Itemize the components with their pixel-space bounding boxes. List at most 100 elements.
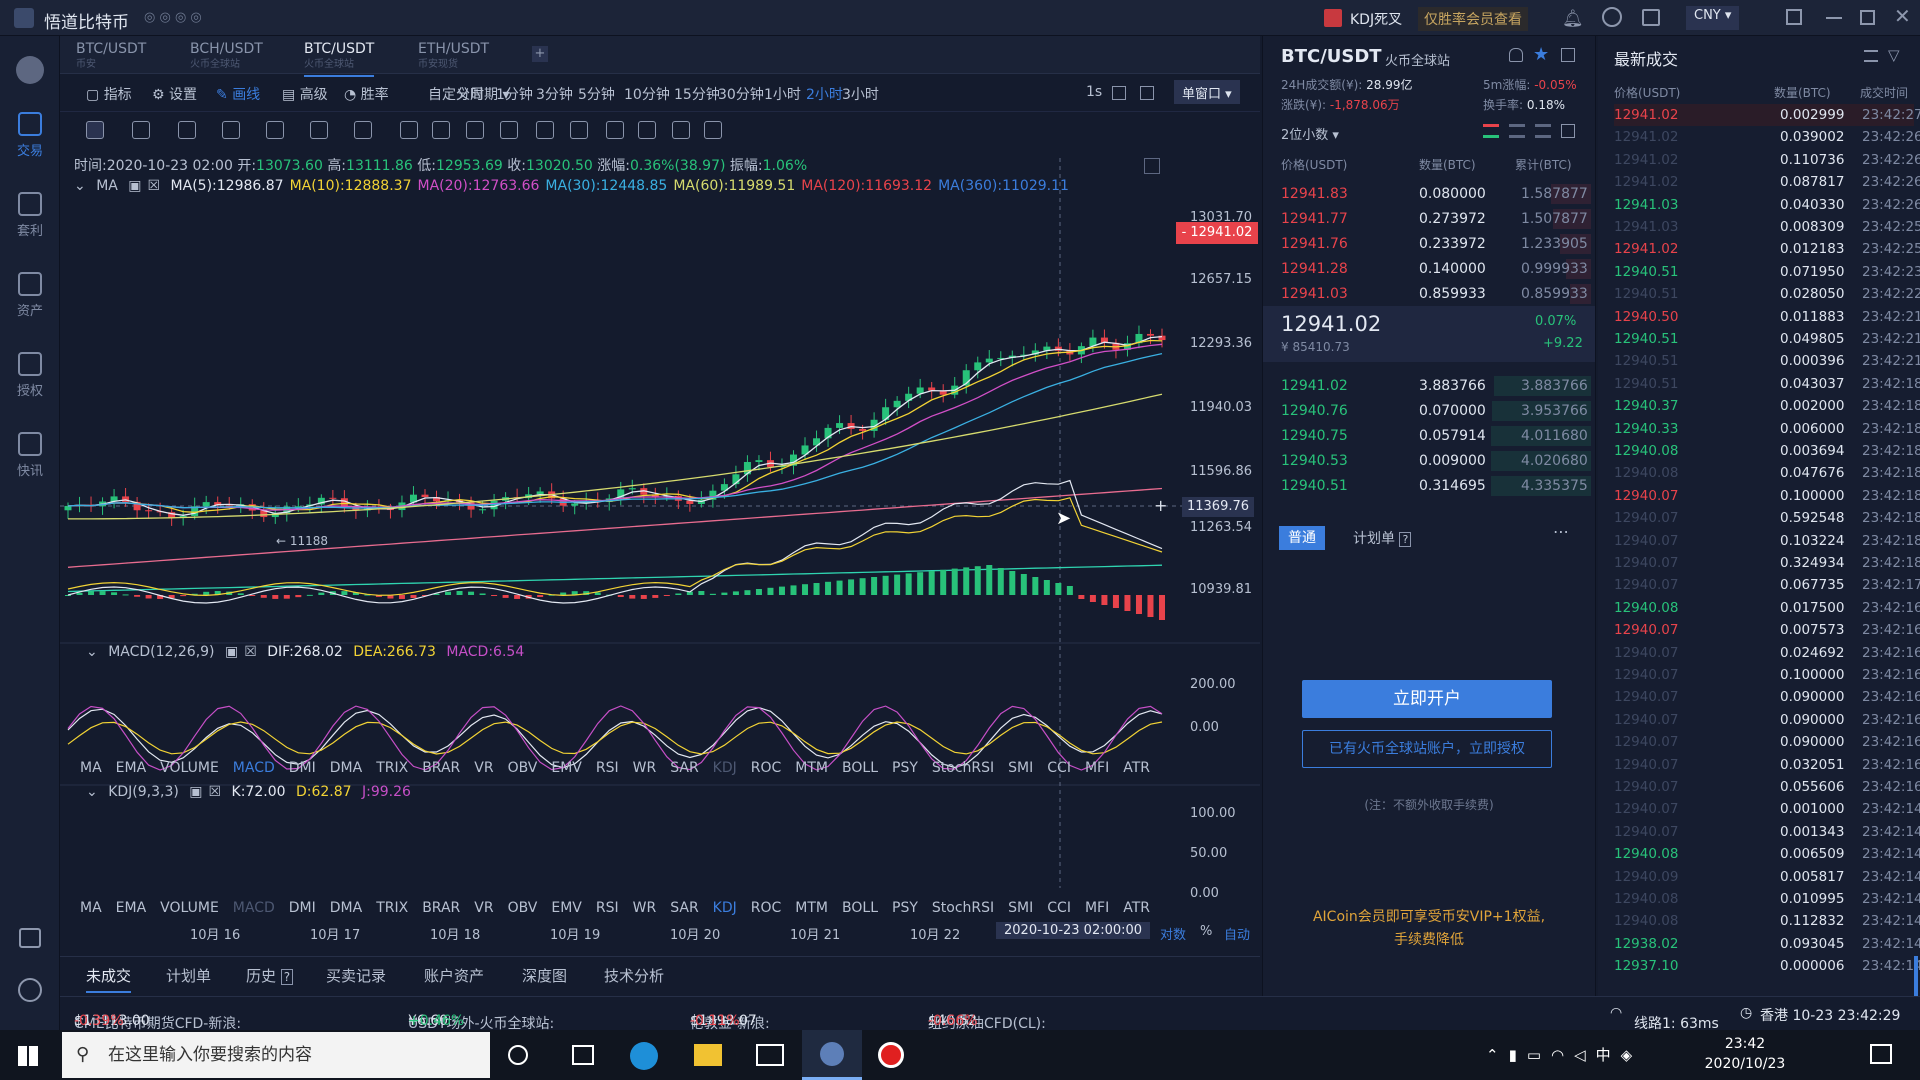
explorer-icon[interactable] (694, 1044, 722, 1066)
currency-select[interactable]: CNY ▾ (1686, 6, 1740, 30)
order-row[interactable]: 12941.76 0.233972 1.233905 (1281, 232, 1591, 256)
period-5[interactable]: 15分钟 (674, 84, 720, 104)
kdj-close-icon[interactable]: ☒ (209, 784, 222, 800)
line-tool-icon[interactable] (132, 121, 150, 139)
fullscreen-icon[interactable] (1112, 86, 1126, 100)
promo-text[interactable]: AICoin会员即可享受币安VIP+1权益, 手续费降低 (1262, 906, 1596, 952)
indicator-sar[interactable]: SAR (670, 760, 698, 776)
pen-tool-icon[interactable] (536, 121, 554, 139)
grid-tool-icon[interactable] (354, 121, 372, 139)
help-icon[interactable]: ? (280, 969, 294, 985)
tab-plan-orders[interactable]: 计划单 (166, 965, 211, 986)
indicator-kdj[interactable]: KDJ (713, 760, 737, 776)
indicator-kdj[interactable]: KDJ (713, 900, 737, 916)
indicator-obv[interactable]: OBV (508, 900, 538, 916)
tab-btc-usdt-binance[interactable]: BTC/USDT 币安 (76, 41, 146, 73)
indicator-trix[interactable]: TRIX (376, 760, 408, 776)
indicator-emv[interactable]: EMV (551, 760, 582, 776)
indicator-brar[interactable]: BRAR (422, 760, 460, 776)
indicator-wr[interactable]: WR (633, 900, 657, 916)
order-row[interactable]: 12941.77 0.273972 1.507877 (1281, 207, 1591, 231)
macd-settings-icon[interactable]: ▣ (225, 644, 238, 660)
popout-icon[interactable] (1786, 9, 1802, 25)
tray-icons[interactable]: ⌃▮▭◠◁中◈ (1486, 1044, 1642, 1065)
indicator-brar[interactable]: BRAR (422, 900, 460, 916)
taskbar-clock[interactable]: 23:42 2020/10/23 (1700, 1034, 1790, 1074)
indicator-stochrsi[interactable]: StochRSI (932, 900, 994, 916)
ob-expand-icon[interactable] (1561, 124, 1575, 138)
interval-label[interactable]: 1s (1086, 84, 1102, 100)
sidebar-item-news[interactable]: 快讯 (0, 432, 60, 479)
chart-expand-icon[interactable] (1144, 158, 1160, 174)
indicator-mtm[interactable]: MTM (795, 900, 828, 916)
indicator-boll[interactable]: BOLL (842, 760, 878, 776)
brush-tool-icon[interactable] (500, 121, 518, 139)
order-row[interactable]: 12940.75 0.057914 4.011680 (1281, 424, 1591, 448)
indicator-trix[interactable]: TRIX (376, 900, 408, 916)
indicator-dmi[interactable]: DMI (289, 760, 316, 776)
chat-icon[interactable] (1602, 7, 1622, 27)
windows-start-icon[interactable] (18, 1046, 38, 1066)
ask-view-icon[interactable] (1509, 124, 1525, 138)
indicator-atr[interactable]: ATR (1123, 760, 1150, 776)
sidebar-item-trade[interactable]: 交易 (0, 112, 60, 159)
close-icon[interactable]: ✕ (1894, 4, 1911, 28)
order-row[interactable]: 12940.76 0.070000 3.953766 (1281, 399, 1591, 423)
tag-icon[interactable] (19, 928, 41, 948)
kdj-settings-icon[interactable]: ▣ (189, 784, 202, 800)
crop-icon[interactable] (1140, 86, 1154, 100)
order-row[interactable]: 12941.28 0.140000 0.999933 (1281, 257, 1591, 281)
globe-logo-icon[interactable] (16, 56, 44, 84)
tab-btc-usdt-huobi[interactable]: BTC/USDT 火币全球站 (304, 41, 375, 77)
order-row[interactable]: 12940.51 0.314695 4.335375 (1281, 474, 1591, 498)
auto-toggle[interactable]: 自动 (1224, 924, 1250, 943)
period-3[interactable]: 5分钟 (578, 84, 615, 104)
bid-view-icon[interactable] (1535, 124, 1551, 138)
more-icon[interactable]: ⋯ (1553, 522, 1569, 541)
list-view-icon[interactable] (1864, 50, 1878, 62)
indicator-cci[interactable]: CCI (1047, 760, 1071, 776)
indicator-smi[interactable]: SMI (1008, 900, 1033, 916)
indicator-sar[interactable]: SAR (670, 900, 698, 916)
filter-icon[interactable]: ▽ (1888, 46, 1900, 64)
indicator-button[interactable]: ▢ 指标 (86, 84, 132, 104)
lock-tool-icon[interactable] (606, 121, 624, 139)
decimal-select[interactable]: 2位小数 ▾ (1281, 124, 1339, 143)
wave-tool-icon[interactable] (310, 121, 328, 139)
bell-icon[interactable]: 🔔︎ (1562, 9, 1584, 29)
indicator-roc[interactable]: ROC (751, 900, 782, 916)
macd-close-icon[interactable]: ☒ (244, 644, 257, 660)
record-app-icon[interactable] (878, 1042, 904, 1068)
tab-history[interactable]: 历史 ? (246, 965, 294, 986)
tab-account-assets[interactable]: 账户资产 (424, 965, 484, 986)
collapse-icon[interactable]: ⌄ (86, 784, 98, 800)
indicator-rsi[interactable]: RSI (596, 900, 619, 916)
indicator-dmi[interactable]: DMI (289, 900, 316, 916)
indicator-mtm[interactable]: MTM (795, 760, 828, 776)
crosshair-plus-icon[interactable]: + (1154, 496, 1167, 515)
ruler-tool-icon[interactable] (570, 121, 588, 139)
indicator-ma[interactable]: MA (80, 900, 102, 916)
log-scale-toggle[interactable]: 对数 (1160, 924, 1186, 943)
pattern-tool-icon[interactable] (432, 121, 450, 139)
indicator-vr[interactable]: VR (474, 760, 493, 776)
winrate-button[interactable]: ◔ 胜率 (344, 84, 389, 104)
period-7[interactable]: 1小时 (764, 84, 801, 104)
order-row[interactable]: 12940.53 0.009000 4.020680 (1281, 449, 1591, 473)
tab-normal-order[interactable]: 普通 (1279, 526, 1325, 550)
indicator-boll[interactable]: BOLL (842, 900, 878, 916)
indicator-volume[interactable]: VOLUME (160, 760, 219, 776)
draw-button[interactable]: ✎ 画线 (216, 84, 260, 104)
period-2[interactable]: 3分钟 (536, 84, 573, 104)
help-icon[interactable]: ? (1399, 532, 1412, 547)
ob-bell-icon[interactable] (1509, 48, 1523, 62)
indicator-emv[interactable]: EMV (551, 900, 582, 916)
text-tool-icon[interactable] (400, 121, 418, 139)
indicator-stochrsi[interactable]: StochRSI (932, 760, 994, 776)
open-account-button[interactable]: 立即开户 (1302, 680, 1552, 718)
tab-plan-order[interactable]: 计划单 ? (1353, 528, 1412, 548)
image-tool-icon[interactable] (672, 121, 690, 139)
indicator-mfi[interactable]: MFI (1085, 900, 1109, 916)
marquee-text[interactable]: KDJ死叉 (1350, 9, 1402, 29)
period-0[interactable]: 分时 (456, 84, 484, 104)
